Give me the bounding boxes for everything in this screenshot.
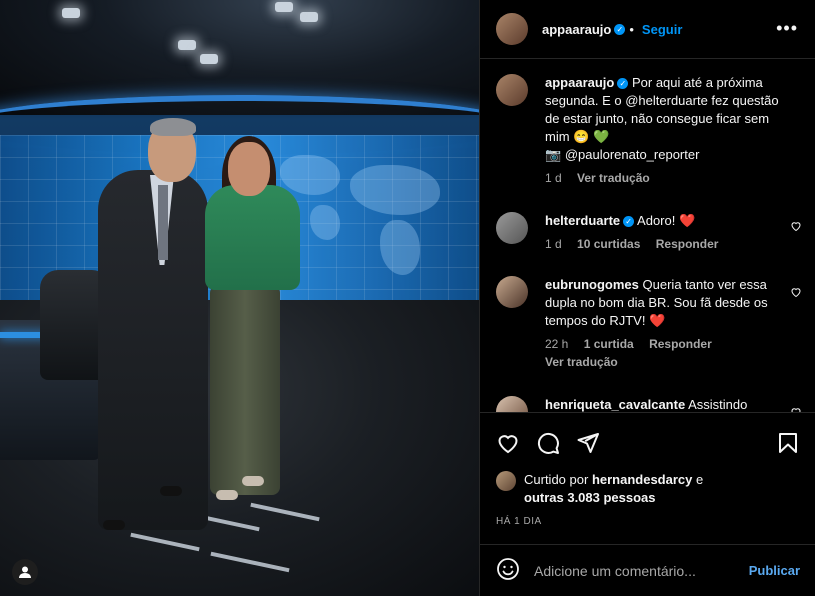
- commenter-avatar[interactable]: [496, 396, 528, 412]
- likes-summary: Curtido por hernandesdarcy e outras 3.08…: [496, 471, 784, 507]
- commenter-avatar[interactable]: [496, 276, 528, 308]
- verified-badge-icon: ✓: [614, 23, 626, 35]
- post-photo[interactable]: [0, 0, 479, 596]
- comment-text: Adoro!: [637, 213, 676, 228]
- caption: appaaraujo ✓ Por aqui até a próxima segun…: [496, 74, 806, 186]
- publish-button[interactable]: Publicar: [749, 563, 800, 578]
- woman-figure: [205, 185, 300, 290]
- studio-light: [300, 12, 318, 22]
- heart-emoji: ❤️: [649, 313, 666, 328]
- comment-icon[interactable]: [536, 431, 560, 455]
- user-tag-icon: [19, 566, 31, 578]
- reply-button[interactable]: Responder: [649, 337, 712, 351]
- commenter-username[interactable]: helterduarte: [545, 213, 620, 228]
- tagged-users-button[interactable]: [12, 559, 38, 585]
- liker-username[interactable]: hernandesdarcy: [592, 472, 692, 487]
- save-bookmark-icon[interactable]: [776, 431, 800, 455]
- studio-light: [178, 40, 196, 50]
- liker-avatar[interactable]: [496, 471, 516, 491]
- post-actions: Curtido por hernandesdarcy e outras 3.08…: [480, 412, 815, 540]
- caption-meta: 1 d Ver tradução: [545, 170, 785, 186]
- comment-time: 1 d: [545, 237, 562, 251]
- comment-text: Assistindo: [688, 397, 748, 412]
- separator-dot: •: [629, 21, 634, 37]
- comment-likes[interactable]: 1 curtida: [584, 337, 634, 351]
- woman-figure-legs: [210, 285, 280, 495]
- comment-composer: Publicar: [480, 544, 815, 596]
- reply-button[interactable]: Responder: [656, 237, 719, 251]
- credit-mention-link[interactable]: @paulorenato_reporter: [565, 147, 700, 162]
- share-icon[interactable]: [576, 431, 600, 455]
- like-icon[interactable]: [496, 431, 520, 455]
- emoji-picker-icon[interactable]: [496, 557, 520, 584]
- author-avatar[interactable]: [496, 74, 528, 106]
- man-figure: [98, 170, 208, 530]
- emoji: 😁 💚: [573, 129, 610, 144]
- more-options-icon[interactable]: •••: [776, 18, 798, 39]
- camera-emoji-icon: 📷: [545, 147, 562, 162]
- post-header: appaaraujo ✓ • Seguir •••: [480, 0, 815, 59]
- commenter-avatar[interactable]: [496, 212, 528, 244]
- author-avatar[interactable]: [496, 13, 528, 45]
- likes-count-link[interactable]: outras 3.083 pessoas: [524, 490, 656, 505]
- caption-username[interactable]: appaaraujo: [545, 75, 614, 90]
- commenter-username[interactable]: henriqueta_cavalcante: [545, 397, 685, 412]
- caption-time: 1 d: [545, 171, 562, 185]
- studio-light: [62, 8, 80, 18]
- instagram-post-modal: appaaraujo ✓ • Seguir ••• appaaraujo ✓ Po…: [0, 0, 815, 596]
- translate-button[interactable]: Ver tradução: [577, 171, 650, 185]
- comment-input[interactable]: [534, 562, 749, 579]
- verified-badge-icon: ✓: [617, 78, 629, 90]
- comment-time: 22 h: [545, 337, 569, 351]
- heart-emoji: ❤️: [678, 213, 696, 228]
- comments-list[interactable]: appaaraujo ✓ Por aqui até a próxima segun…: [480, 60, 815, 412]
- follow-button[interactable]: Seguir: [642, 22, 682, 37]
- translate-button[interactable]: Ver tradução: [545, 355, 618, 369]
- comment-likes[interactable]: 10 curtidas: [577, 237, 640, 251]
- comment-item: helterduarte ✓ Adoro! ❤️ 1 d 10 curtidas …: [496, 212, 806, 252]
- studio-light: [275, 2, 293, 12]
- post-time[interactable]: HÁ 1 DIA: [496, 516, 542, 527]
- comment-item: henriqueta_cavalcante Assistindo: [496, 396, 806, 412]
- comment-item: eubrunogomes Queria tanto ver essa dupla…: [496, 276, 806, 370]
- like-comment-icon[interactable]: [790, 220, 802, 232]
- commenter-username[interactable]: eubrunogomes: [545, 277, 639, 292]
- post-side-panel: appaaraujo ✓ • Seguir ••• appaaraujo ✓ Po…: [479, 0, 815, 596]
- author-username[interactable]: appaaraujo: [542, 22, 611, 37]
- verified-badge-icon: ✓: [623, 216, 635, 228]
- like-comment-icon[interactable]: [790, 286, 802, 298]
- studio-light: [200, 54, 218, 64]
- caption-text: appaaraujo ✓ Por aqui até a próxima segun…: [545, 75, 779, 162]
